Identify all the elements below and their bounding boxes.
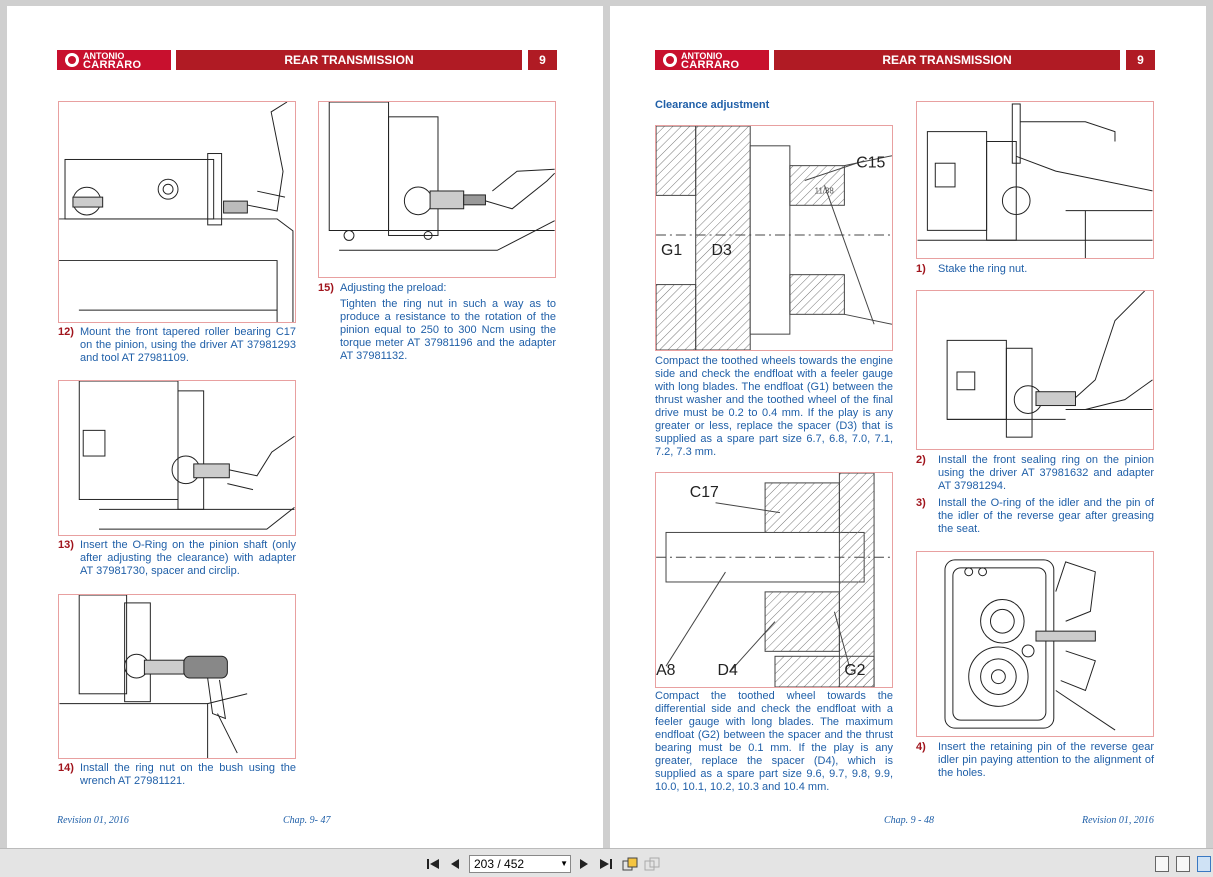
right-page: ANTONIO CARRARO REAR TRANSMISSION 9 Clea…: [610, 6, 1206, 848]
label-d4: D4: [718, 662, 738, 679]
brand-logo: ANTONIO CARRARO: [655, 50, 769, 71]
step-13-caption: 13) Insert the O-Ring on the pinion shaf…: [58, 539, 296, 577]
brand-logo: ANTONIO CARRARO: [57, 50, 171, 71]
header-section-number: 9: [1126, 50, 1155, 70]
figure-step-12: [58, 101, 296, 323]
clearance-paragraph-1: Compact the toothed wheels towards the e…: [655, 355, 893, 458]
page-number-input[interactable]: 203 / 452 ▼: [469, 855, 571, 873]
label-c15: C15: [856, 155, 885, 172]
figure-step-15: [318, 101, 556, 278]
step-12-caption: 12) Mount the front tapered roller beari…: [58, 326, 296, 364]
label-d3: D3: [712, 242, 732, 259]
label-g2: G2: [844, 662, 865, 679]
clearance-diagram-2: C17 A8 D4 G2: [655, 472, 893, 688]
rotate-icon[interactable]: [621, 855, 639, 873]
first-page-icon[interactable]: [424, 855, 442, 873]
header-title: REAR TRANSMISSION: [774, 50, 1120, 70]
footer-revision: Revision 01, 2016: [57, 815, 129, 826]
viewer-toolbar: 203 / 452 ▼: [0, 848, 1213, 877]
step-3-caption: 3) Install the O-ring of the idler and t…: [916, 497, 1154, 535]
logo-emblem-icon: [663, 53, 677, 67]
step-4-caption: 4) Insert the retaining pin of the rever…: [916, 741, 1154, 779]
step-14-caption: 14) Install the ring nut on the bush usi…: [58, 762, 296, 787]
step-15-caption: 15) Adjusting the preload: Tighten the r…: [318, 282, 556, 362]
figure-step-4: [916, 551, 1154, 737]
footer-chapter: Chap. 9- 47: [283, 815, 331, 826]
label-g1: G1: [661, 242, 682, 259]
section-title: Clearance adjustment: [655, 99, 770, 111]
step-2-caption: 2) Install the front sealing ring on the…: [916, 454, 1154, 492]
page-header: ANTONIO CARRARO REAR TRANSMISSION 9: [57, 50, 557, 71]
left-page: ANTONIO CARRARO REAR TRANSMISSION 9 12) …: [7, 6, 603, 848]
continuous-view-icon[interactable]: [1176, 856, 1190, 872]
clearance-paragraph-2: Compact the toothed wheel towards the di…: [655, 690, 893, 793]
step-1-caption: 1) Stake the ring nut.: [916, 263, 1028, 275]
figure-step-13: [58, 380, 296, 536]
figure-step-2: [916, 290, 1154, 450]
chevron-down-icon[interactable]: ▼: [560, 856, 568, 872]
header-title: REAR TRANSMISSION: [176, 50, 522, 70]
two-page-view-icon[interactable]: [1197, 856, 1211, 872]
fit-icon[interactable]: [643, 855, 661, 873]
clearance-diagram-1: C15 G1 D3 11/38: [655, 125, 893, 351]
single-page-view-icon[interactable]: [1155, 856, 1169, 872]
label-c17: C17: [690, 484, 719, 501]
page-header: ANTONIO CARRARO REAR TRANSMISSION 9: [655, 50, 1155, 71]
prev-page-icon[interactable]: [446, 855, 464, 873]
header-section-number: 9: [528, 50, 557, 70]
footer-chapter: Chap. 9 - 48: [884, 815, 934, 826]
figure-step-14: [58, 594, 296, 759]
label-inner: 11/38: [815, 186, 835, 195]
next-page-icon[interactable]: [575, 855, 593, 873]
label-a8: A8: [656, 662, 676, 679]
figure-step-1: [916, 101, 1154, 259]
logo-emblem-icon: [65, 53, 79, 67]
last-page-icon[interactable]: [597, 855, 615, 873]
footer-revision: Revision 01, 2016: [1082, 815, 1154, 826]
